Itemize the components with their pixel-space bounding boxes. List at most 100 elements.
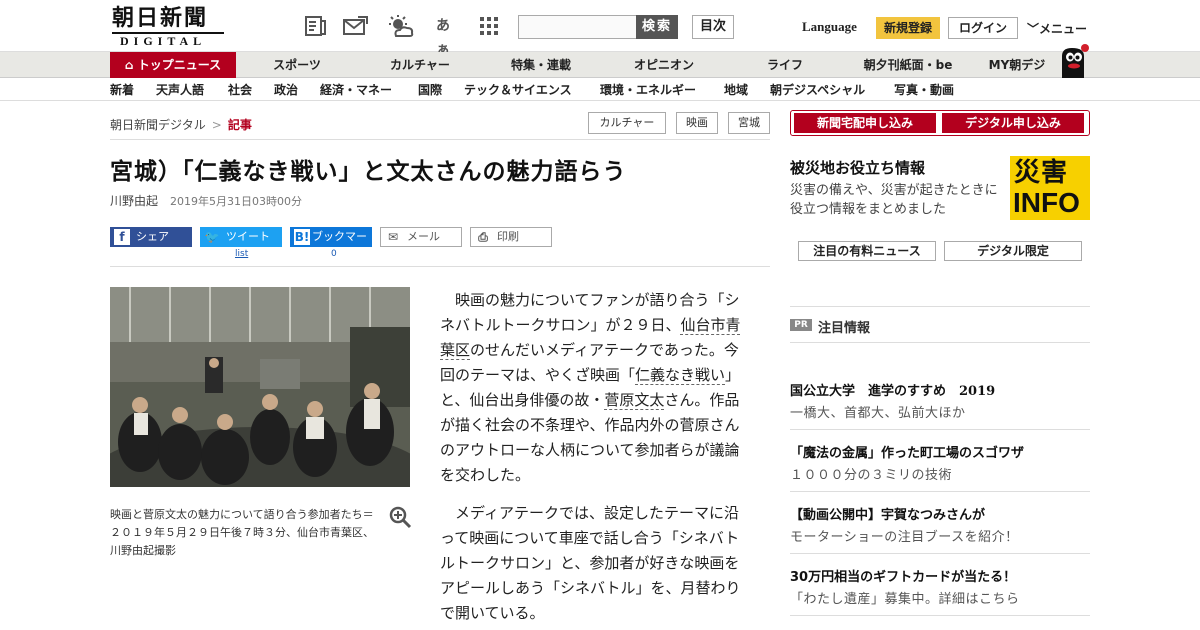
divider xyxy=(790,553,1090,554)
nav-culture[interactable]: カルチャー xyxy=(380,52,460,78)
disaster-info-desc: 災害の備えや、災害が起きたときに役立つ情報をまとめました xyxy=(790,183,998,217)
secondary-nav: 新着 天声人語 社会 政治 経済・マネー 国際 テック＆サイエンス 環境・エネル… xyxy=(0,79,1200,101)
register-button[interactable]: 新規登録 xyxy=(876,17,940,39)
nav-top-news[interactable]: ⌂ トップニュース xyxy=(110,52,236,78)
ad-title[interactable]: 「魔法の金属」作った町工場のスゴワザ xyxy=(790,442,1024,461)
envelope-icon: ✉ xyxy=(387,230,399,244)
subscribe-digital-button[interactable]: デジタル申し込み xyxy=(940,111,1086,135)
weather-icon[interactable] xyxy=(386,14,414,38)
search-button[interactable]: 検索 xyxy=(636,15,678,39)
ad-title[interactable]: 【動画公開中】宇賀なつみさんが xyxy=(790,504,985,523)
mascot-icon[interactable] xyxy=(1058,42,1092,78)
digital-only-button[interactable]: デジタル限定 xyxy=(944,241,1082,261)
nav2-international[interactable]: 国際 xyxy=(418,79,442,101)
nav-opinion[interactable]: オピニオン xyxy=(624,52,704,78)
disaster-logo-kanji: 災害 xyxy=(1014,158,1069,188)
nav2-new[interactable]: 新着 xyxy=(110,79,134,101)
divider xyxy=(790,615,1090,616)
mail-icon[interactable] xyxy=(342,14,368,38)
disaster-info-logo[interactable]: 災害 INFO xyxy=(1010,156,1090,220)
nav-paper[interactable]: 朝夕刊紙面・be xyxy=(858,52,958,78)
divider xyxy=(790,306,1090,307)
divider xyxy=(110,139,770,140)
grid-icon[interactable] xyxy=(476,14,502,38)
ad-subtitle[interactable]: １０００分の３ミリの技術 xyxy=(790,464,952,483)
logo-main-text: 朝日新聞 xyxy=(112,5,209,31)
author: 川野由起 xyxy=(110,194,159,208)
font-size-icon[interactable]: あぁ xyxy=(430,14,456,58)
paragraph: メディアテークでは、設定したテーマに沿って映画について車座で話し合う「シネバトル… xyxy=(440,504,741,622)
pr-label: 注目情報 xyxy=(818,321,871,336)
subscribe-paper-button[interactable]: 新聞宅配申し込み xyxy=(792,111,938,135)
menu-label: メニュー xyxy=(1039,22,1088,36)
nav2-politics[interactable]: 政治 xyxy=(274,79,298,101)
primary-nav: ⌂ トップニュース スポーツ カルチャー 特集・連載 オピニオン ライフ 朝夕刊… xyxy=(0,52,1200,78)
twitter-list-link[interactable]: list xyxy=(235,249,248,259)
nav2-tech[interactable]: テック＆サイエンス xyxy=(464,79,572,101)
print-label: 印刷 xyxy=(497,230,519,243)
keyword-link[interactable]: 仁義なき戦い xyxy=(635,366,726,385)
twitter-share-button[interactable]: 🐦 ツイート xyxy=(200,227,282,247)
tag-culture[interactable]: カルチャー xyxy=(588,112,666,134)
ad-title[interactable]: 国公立大学 進学のすすめ 2019 xyxy=(790,380,995,399)
breadcrumb-separator: > xyxy=(211,118,222,132)
hatena-icon: B! xyxy=(294,229,310,245)
nav2-society[interactable]: 社会 xyxy=(228,79,252,101)
breadcrumb: 朝日新聞デジタル > 記事 xyxy=(110,116,252,133)
printer-icon: ⎙ xyxy=(478,230,488,244)
byline: 川野由起 2019年5月31日03時00分 xyxy=(110,192,302,209)
twitter-icon: 🐦 xyxy=(204,230,220,244)
ad-subtitle[interactable]: 「わたし遺産」募集中。詳細はこちら xyxy=(790,588,1020,607)
login-button[interactable]: ログイン xyxy=(948,17,1018,39)
disaster-info-title[interactable]: 被災地お役立ち情報 xyxy=(790,157,925,178)
nav2-tenseijingo[interactable]: 天声人語 xyxy=(156,79,204,101)
disaster-logo-info: INFO xyxy=(1013,187,1080,218)
menu-button[interactable]: ﹀メニュー xyxy=(1027,20,1087,37)
tag-movie[interactable]: 映画 xyxy=(676,112,718,134)
breadcrumb-home[interactable]: 朝日新聞デジタル xyxy=(110,118,206,132)
divider xyxy=(110,266,770,267)
article-body: 映画の魅力についてファンが語り合う「シネバトルトークサロン」が２９日、仙台市青葉… xyxy=(440,288,752,630)
language-link[interactable]: Language xyxy=(802,19,857,35)
facebook-share-button[interactable]: f シェア xyxy=(110,227,192,247)
nav-top-news-label: トップニュース xyxy=(137,58,222,72)
ad-subtitle[interactable]: モーターショーの注目ブースを紹介！ xyxy=(790,526,1019,545)
nav2-photo[interactable]: 写真・動画 xyxy=(894,79,954,101)
nav2-region[interactable]: 地域 xyxy=(724,79,748,101)
publish-date: 2019年5月31日03時00分 xyxy=(170,195,302,208)
nav2-economy[interactable]: 経済・マネー xyxy=(320,79,392,101)
zoom-icon[interactable] xyxy=(388,505,412,529)
tag-miyagi[interactable]: 宮城 xyxy=(728,112,770,134)
divider xyxy=(790,429,1090,430)
divider xyxy=(790,342,1090,343)
nav-my-asahi[interactable]: MY朝デジ xyxy=(984,52,1050,78)
pr-badge: PR xyxy=(790,319,812,331)
nav-features[interactable]: 特集・連載 xyxy=(500,52,582,78)
nav2-environment[interactable]: 環境・エネルギー xyxy=(600,79,696,101)
nav-sports[interactable]: スポーツ xyxy=(262,52,332,78)
search-input[interactable] xyxy=(518,15,636,39)
mail-label: メール xyxy=(407,230,440,243)
facebook-icon: f xyxy=(114,229,130,245)
bookmark-count[interactable]: 0 xyxy=(331,249,337,259)
print-button[interactable]: ⎙ 印刷 xyxy=(470,227,552,247)
photo-caption: 映画と菅原文太の魅力について語り合う参加者たち＝２０１９年５月２９日午後７時３分… xyxy=(110,508,374,557)
logo-sub-text: DIGITAL xyxy=(112,32,224,48)
nav-life[interactable]: ライフ xyxy=(756,52,814,78)
keyword-link[interactable]: 菅原文太 xyxy=(604,391,665,410)
hatena-bookmark-button[interactable]: B! ブックマーク xyxy=(290,227,372,263)
featured-paid-news-button[interactable]: 注目の有料ニュース xyxy=(798,241,936,261)
site-logo[interactable]: 朝日新聞 DIGITAL xyxy=(112,6,230,48)
top-header: 朝日新聞 DIGITAL あぁ 検索 目次 Language 新規登録 ログイン… xyxy=(0,0,1200,58)
nav2-special[interactable]: 朝デジスペシャル xyxy=(770,79,865,101)
chevron-down-icon: ﹀ xyxy=(1027,22,1040,36)
article-photo[interactable] xyxy=(110,287,410,487)
twitter-share-label: ツイート xyxy=(226,230,270,243)
ad-title[interactable]: 30万円相当のギフトカードが当たる！ xyxy=(790,566,1016,585)
breadcrumb-current: 記事 xyxy=(227,118,252,132)
toc-button[interactable]: 目次 xyxy=(692,15,734,39)
ad-subtitle[interactable]: 一橋大、首都大、弘前大ほか xyxy=(790,402,966,421)
paper-icon[interactable] xyxy=(302,14,328,38)
paragraph: 映画の魅力についてファンが語り合う「シネバトルトークサロン」が２９日、仙台市青葉… xyxy=(440,288,752,488)
mail-share-button[interactable]: ✉ メール xyxy=(380,227,462,247)
